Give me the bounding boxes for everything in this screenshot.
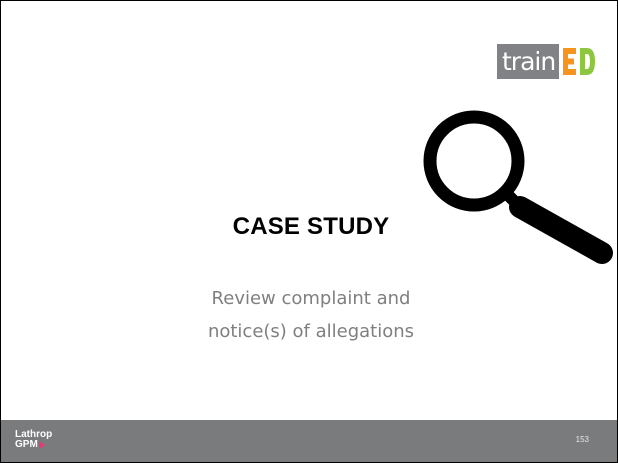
subtitle-line-1: Review complaint and	[211, 288, 411, 309]
footer-logo-line-2-wrap: GPM	[15, 440, 75, 450]
subtitle-line-2: notice(s) of allegations	[207, 321, 415, 342]
slide: train CASE STUDY Review complaint and no…	[0, 0, 618, 463]
magnifying-glass-icon	[423, 110, 613, 264]
lathrop-gpm-logo: Lathrop GPM	[15, 430, 75, 454]
slide-subtitle: Review complaint and notice(s) of allega…	[111, 282, 511, 348]
logo-train-text: train	[497, 44, 560, 79]
page-number: 153	[575, 435, 589, 444]
slide-title: CASE STUDY	[232, 213, 390, 240]
trained-logo: train	[497, 44, 608, 79]
footer-logo-line-2: GPM	[15, 439, 38, 450]
arrow-icon	[38, 441, 45, 449]
logo-ed-mark	[559, 44, 608, 79]
logo-ed-icon	[563, 48, 596, 75]
footer-bar: Lathrop GPM 153	[1, 420, 617, 462]
